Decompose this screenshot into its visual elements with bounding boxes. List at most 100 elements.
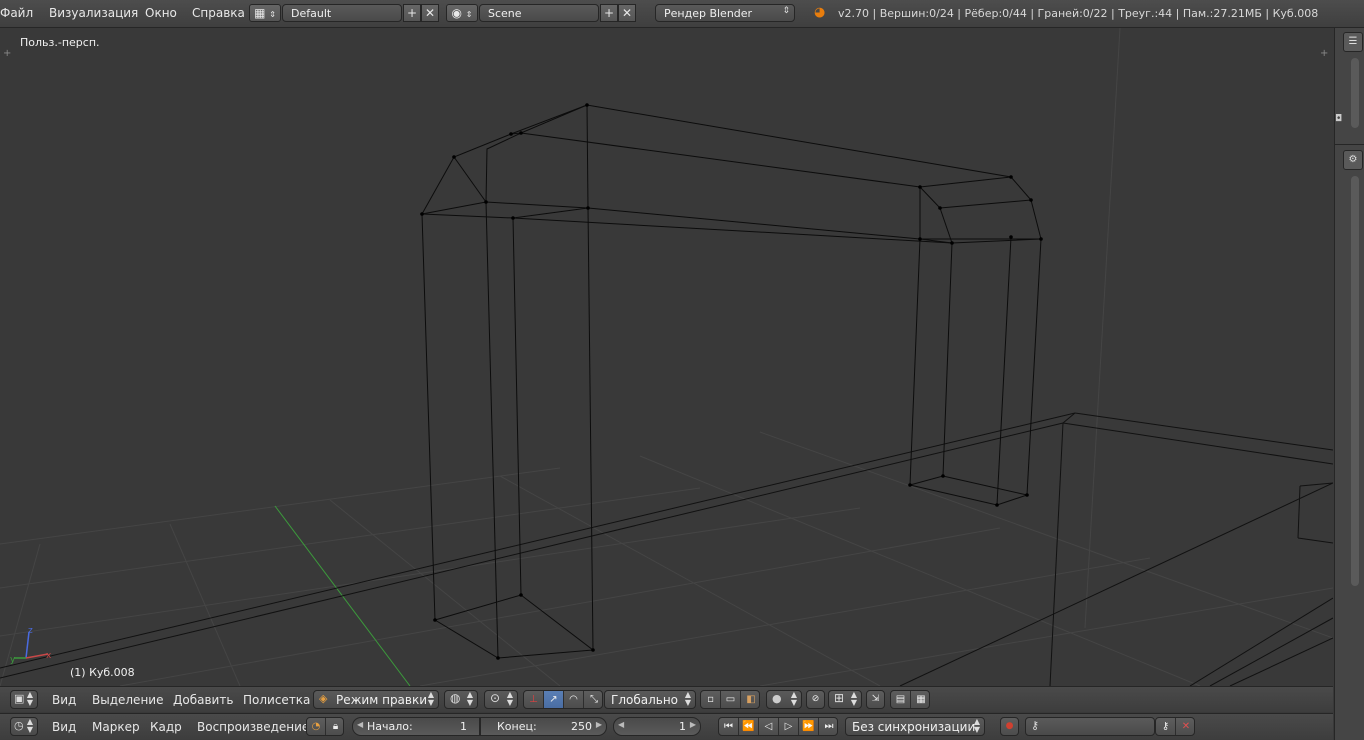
gizmo-z-label: z: [28, 626, 33, 636]
background-mesh: [0, 412, 1333, 686]
render-icon[interactable]: ▤: [891, 691, 911, 708]
camera-icon[interactable]: ◘: [1335, 114, 1342, 124]
proportional-edit-dropdown[interactable]: ● ▲ ▼: [766, 690, 802, 709]
decrement-arrow-icon[interactable]: ◀: [357, 720, 363, 729]
playback-controls: ⏮ ⏪ ◁ ▷ ⏩ ⏭: [718, 717, 838, 736]
edit-mode-icon: ◈: [319, 692, 328, 705]
play-reverse-icon[interactable]: ◁: [759, 718, 779, 735]
clock-icon[interactable]: ◔: [307, 718, 326, 735]
viewport-shading-icon: ◍: [450, 691, 461, 705]
current-frame-field[interactable]: ◀ 1 ▶: [613, 717, 701, 736]
proportional-edit-icon: ●: [772, 692, 782, 705]
snap-icon: ⊞: [834, 691, 845, 705]
outliner-icon[interactable]: ☰: [1343, 32, 1363, 52]
keying-set-field[interactable]: ⚷: [1025, 717, 1155, 736]
screen-layout-icon[interactable]: ▦ ⇕: [249, 4, 281, 22]
viewport-canvas[interactable]: z y x: [0, 28, 1333, 686]
sync-mode-text: Без синхронизации: [852, 720, 976, 734]
rotate-icon[interactable]: ◠: [564, 691, 584, 708]
scale-icon[interactable]: ⤡: [584, 691, 602, 708]
key-icon: ⚷: [1031, 719, 1040, 732]
preview-range-group: ◔ 🔒︎: [306, 717, 344, 736]
menu-render[interactable]: Визуализация: [49, 6, 138, 20]
view-name-label: Польз.-персп.: [20, 36, 100, 49]
menu-mesh[interactable]: Полисетка: [243, 693, 310, 707]
start-frame-field[interactable]: ◀ Начало: 1: [352, 717, 480, 736]
render-group: ▤ ▦: [890, 690, 930, 709]
add-layout-plus-icon[interactable]: +: [403, 4, 421, 22]
jump-end-icon[interactable]: ⏭: [819, 718, 837, 735]
axis-gizmo: z y x: [10, 626, 52, 665]
record-icon[interactable]: ●: [1000, 717, 1019, 736]
chevron-updown-icon: ⇕: [782, 6, 790, 16]
jump-keyframe-prev-icon[interactable]: ⏪: [739, 718, 759, 735]
menu-timeline-view[interactable]: Вид: [52, 720, 76, 734]
menu-file[interactable]: Файл: [0, 6, 33, 20]
translate-icon[interactable]: ↗: [544, 691, 564, 708]
render-engine-dropdown[interactable]: Рендер Blender ⇕: [655, 4, 795, 22]
menu-frame[interactable]: Кадр: [150, 720, 182, 734]
properties-scrollbar[interactable]: [1351, 176, 1359, 586]
blender-logo-icon: ◕: [814, 5, 826, 20]
play-icon[interactable]: ▷: [779, 718, 799, 735]
menu-select[interactable]: Выделение: [92, 693, 163, 707]
scene-icon[interactable]: ◉ ⇕: [446, 4, 478, 22]
frame-decrement-icon[interactable]: ◀: [618, 720, 624, 729]
editor-type-view3d-icon[interactable]: ▣ ▲ ▼: [10, 690, 38, 709]
occlude-icon[interactable]: ⊘: [806, 690, 825, 709]
remove-layout-close-icon[interactable]: ✕: [421, 4, 439, 22]
frame-increment-icon[interactable]: ▶: [690, 720, 696, 729]
end-frame-value: 250: [571, 720, 592, 733]
scene-name-text: Scene: [488, 7, 522, 20]
add-scene-plus-icon[interactable]: +: [600, 4, 618, 22]
viewport-shading-dropdown[interactable]: ◍ ▲ ▼: [444, 690, 478, 709]
corner-plus-icon-right[interactable]: +: [1320, 48, 1328, 59]
editor-type-timeline-icon[interactable]: ◷ ▲ ▼: [10, 717, 38, 736]
snap-dropdown[interactable]: ⊞ ▲ ▼: [828, 690, 862, 709]
timeline-header: ◷ ▲ ▼ Вид Маркер Кадр Воспроизведение ◔ 🔒︎…: [0, 713, 1333, 740]
layout-name-field[interactable]: Default: [282, 4, 402, 22]
glsl-icon[interactable]: ▦: [911, 691, 929, 708]
edge-select-icon[interactable]: ▭: [721, 691, 741, 708]
info-header: Файл Визуализация Окно Справка ▦ ⇕ Defau…: [0, 0, 1364, 28]
properties-icon[interactable]: ⚙: [1343, 150, 1363, 170]
vertex-select-icon[interactable]: ▫: [701, 691, 721, 708]
jump-start-icon[interactable]: ⏮: [719, 718, 739, 735]
pivot-icon: ⊙: [490, 691, 501, 705]
corner-plus-icon[interactable]: +: [3, 48, 11, 59]
menu-marker[interactable]: Маркер: [92, 720, 140, 734]
pivot-dropdown[interactable]: ⊙ ▲ ▼: [484, 690, 518, 709]
sync-mode-dropdown[interactable]: Без синхронизации ▲ ▼: [845, 717, 985, 736]
menu-add[interactable]: Добавить: [173, 693, 233, 707]
orientation-text: Глобально: [611, 693, 679, 707]
outliner-scrollbar[interactable]: [1351, 58, 1359, 128]
delete-keyframe-icon[interactable]: ✕: [1176, 718, 1194, 735]
view3d-header: ▣ ▲ ▼ Вид Выделение Добавить Полисетка ◈ Р…: [0, 686, 1333, 712]
menu-playback[interactable]: Воспроизведение: [197, 720, 309, 734]
start-frame-value: 1: [460, 720, 467, 733]
menu-help[interactable]: Справка: [192, 6, 245, 20]
snap-target-icon[interactable]: ⇲: [866, 690, 885, 709]
3d-viewport[interactable]: z y x Польз.-персп. (1) Куб.008 + +: [0, 28, 1333, 686]
menu-view[interactable]: Вид: [52, 693, 76, 707]
increment-arrow-icon[interactable]: ▶: [596, 720, 602, 729]
scene-statistics: v2.70 | Вершин:0/24 | Рёбер:0/44 | Гране…: [838, 7, 1319, 20]
manipulator-icon[interactable]: ⊥: [524, 691, 544, 708]
mode-text: Режим правки: [336, 693, 428, 707]
orientation-dropdown[interactable]: Глобально ▲ ▼: [604, 690, 696, 709]
end-frame-label: Конец:: [497, 720, 537, 733]
render-engine-text: Рендер Blender: [664, 7, 753, 20]
right-panels-strip: ☰ ◘ ⚙: [1334, 28, 1364, 740]
menu-window[interactable]: Окно: [145, 6, 177, 20]
face-select-icon[interactable]: ◧: [741, 691, 759, 708]
active-object-label: (1) Куб.008: [70, 666, 135, 679]
scene-name-field[interactable]: Scene: [479, 4, 599, 22]
lock-icon[interactable]: 🔒︎: [326, 718, 343, 735]
mode-dropdown[interactable]: ◈ Режим правки ▲ ▼: [313, 690, 439, 709]
keyframe-buttons: ⚷ ✕: [1155, 717, 1195, 736]
jump-keyframe-next-icon[interactable]: ⏩: [799, 718, 819, 735]
arch-mesh-wireframe: [421, 104, 1042, 659]
remove-scene-close-icon[interactable]: ✕: [618, 4, 636, 22]
end-frame-field[interactable]: Конец: 250 ▶: [480, 717, 607, 736]
insert-keyframe-icon[interactable]: ⚷: [1156, 718, 1176, 735]
